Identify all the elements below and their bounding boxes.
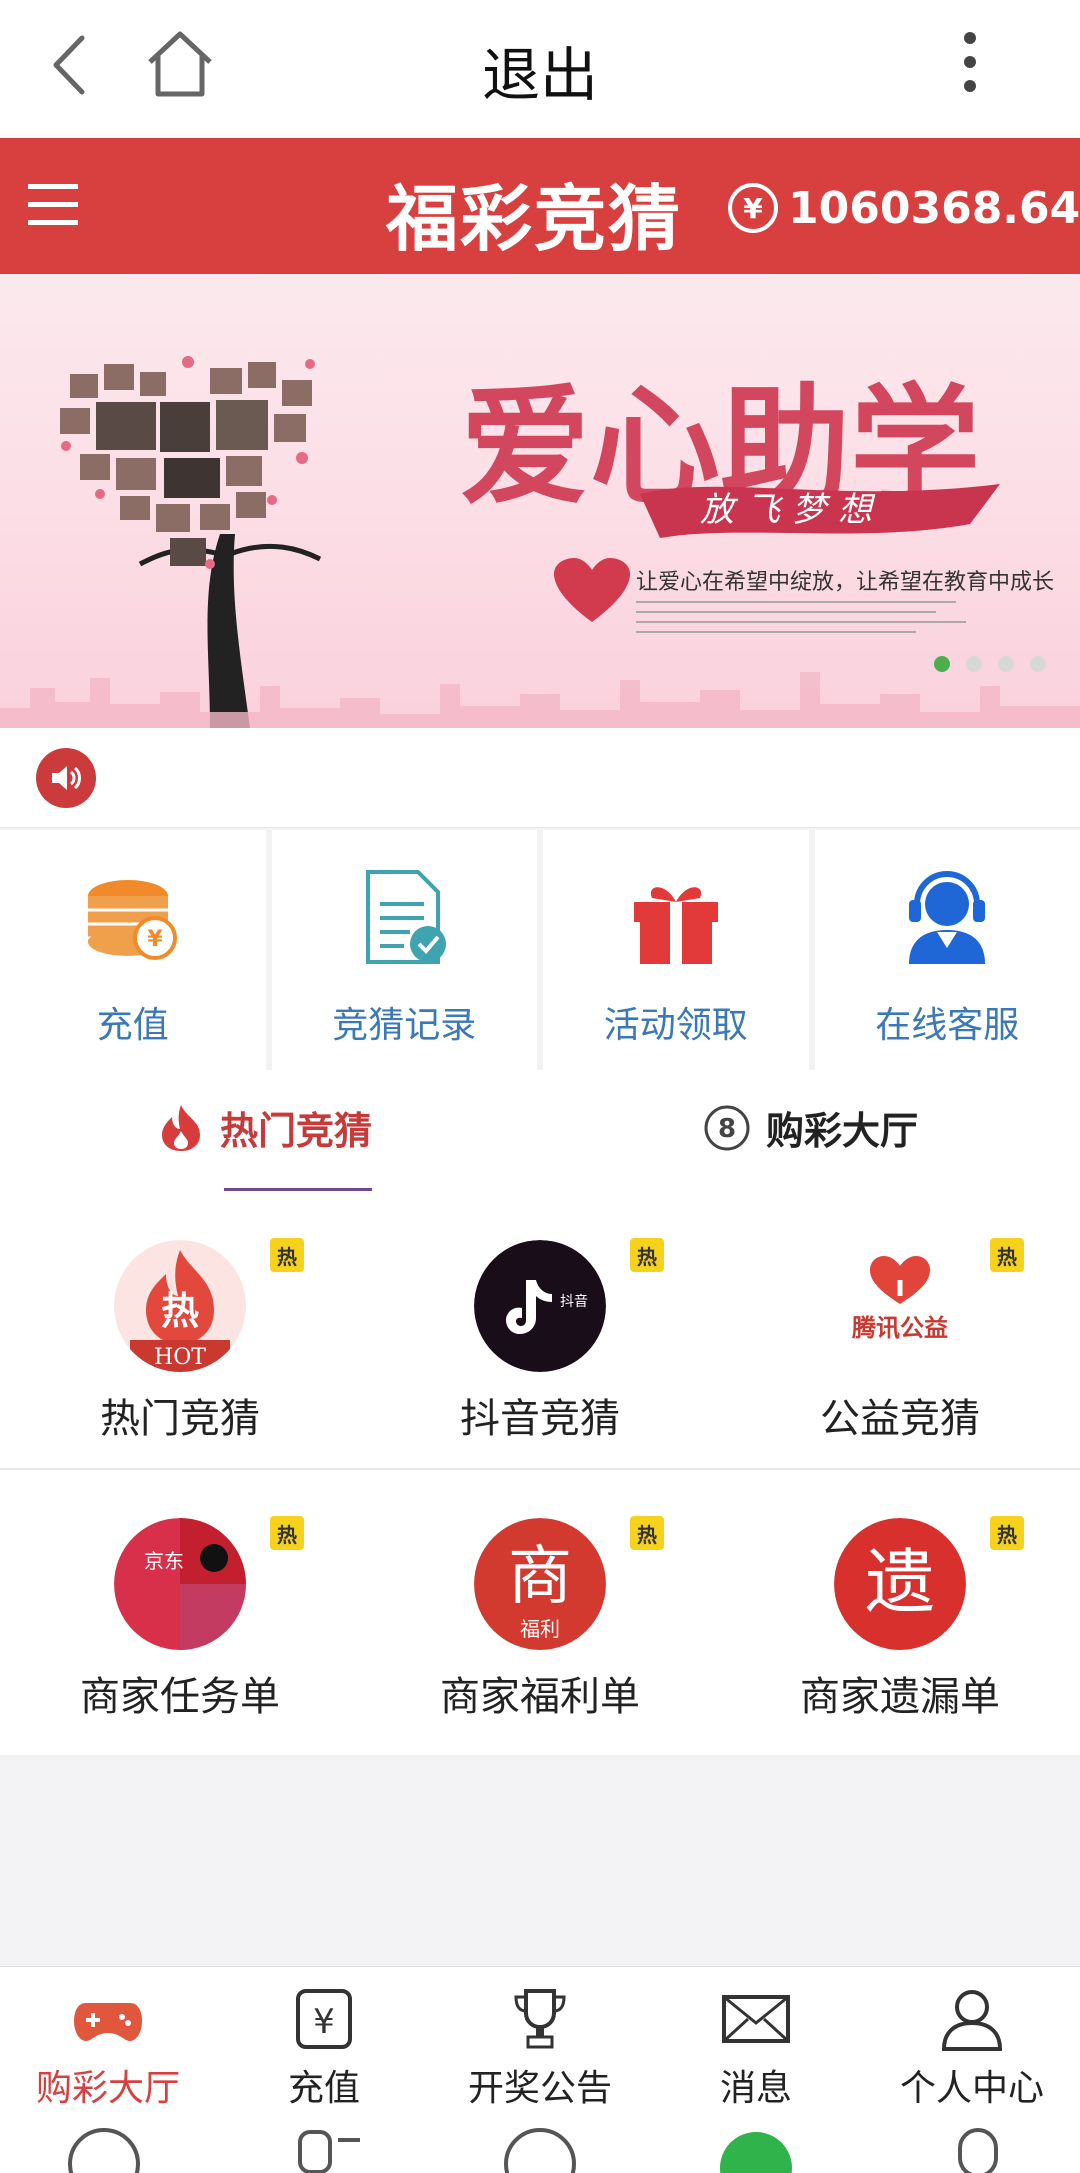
- quick-action-records[interactable]: 竞猜记录: [271, 830, 537, 1070]
- quick-action-label: 在线客服: [875, 1005, 1020, 1046]
- svg-text:¥: ¥: [147, 927, 163, 952]
- user-icon: [941, 1990, 1003, 2051]
- game-item-merchant-welfare[interactable]: 热 商 福利 商家福利单: [360, 1478, 720, 1748]
- nav-label: 个人中心: [899, 2068, 1044, 2109]
- quick-action-support[interactable]: 在线客服: [814, 830, 1080, 1070]
- nav-label: 消息: [719, 2068, 792, 2109]
- page-title[interactable]: 退出: [0, 28, 1080, 112]
- gamepad-icon: [74, 2003, 142, 2041]
- speaker-icon: [36, 748, 96, 808]
- nav-recharge[interactable]: ¥ 充值: [216, 1967, 432, 2114]
- nav-profile[interactable]: 个人中心: [864, 1967, 1080, 2114]
- banner-slogan: 让爱心在希望中绽放，让希望在教育中成长: [636, 570, 1055, 595]
- game-item-merchant-missed[interactable]: 热 遗 商家遗漏单: [720, 1478, 1080, 1748]
- quick-action-label: 活动领取: [603, 1005, 748, 1046]
- svg-text:腾讯公益: 腾讯公益: [852, 1314, 948, 1342]
- envelope-icon: [722, 1995, 790, 2043]
- nav-lottery-hall[interactable]: 购彩大厅: [0, 1967, 216, 2114]
- browser-toolbar: 退出: [0, 0, 1080, 138]
- game-label: 热门竞猜: [100, 1396, 260, 1442]
- game-label: 公益竞猜: [820, 1396, 980, 1442]
- quick-action-activity[interactable]: 活动领取: [543, 830, 809, 1070]
- nav-label: 开奖公告: [467, 2068, 612, 2109]
- game-label: 抖音竞猜: [460, 1396, 620, 1442]
- games-grid: 热 热 HOT 热门竞猜 热 抖音 抖音竞猜 热 腾讯公益 公益竞猜 热 京东 …: [0, 1200, 1080, 1755]
- number-8-circle-icon: 8: [704, 1105, 750, 1150]
- tencent-charity-logo: 腾讯公益: [834, 1240, 966, 1372]
- yen-wallet-icon: ¥: [296, 1989, 352, 2049]
- quick-action-label: 充值: [96, 1005, 169, 1046]
- hot-badge: 热: [630, 1238, 664, 1272]
- app-title: 福彩竞猜: [386, 177, 683, 261]
- app-header: 福彩竞猜 ¥ 1060368.64: [0, 138, 1080, 274]
- svg-text:8: 8: [718, 1114, 736, 1144]
- flame-icon: [162, 1104, 200, 1151]
- more-vertical-icon[interactable]: [950, 28, 990, 98]
- game-item-douyin[interactable]: 热 抖音 抖音竞猜: [360, 1200, 720, 1468]
- hot-badge: 热: [630, 1516, 664, 1550]
- notice-bar[interactable]: [0, 728, 1080, 828]
- document-check-icon: [366, 870, 447, 964]
- tab-label: 购彩大厅: [766, 1109, 919, 1153]
- merchant-brands-logo: 京东: [114, 1518, 246, 1650]
- quick-action-recharge[interactable]: ¥ 充值: [0, 830, 266, 1070]
- bottom-nav: 购彩大厅 ¥ 充值 开奖公告 消息 个人中心: [0, 1966, 1080, 2114]
- banner-ribbon-text: 放飞梦想: [700, 490, 884, 530]
- city-skyline-image: [0, 672, 1080, 728]
- system-nav-partial: [0, 2114, 1080, 2173]
- svg-text:抖音: 抖音: [560, 1293, 588, 1310]
- coin-stack-icon: ¥: [87, 880, 177, 960]
- hot-badge: 热: [990, 1238, 1024, 1272]
- nav-label: 购彩大厅: [35, 2068, 180, 2109]
- douyin-logo: 抖音: [474, 1240, 606, 1372]
- nav-draw-results[interactable]: 开奖公告: [432, 1967, 648, 2114]
- trophy-icon: [514, 1989, 566, 2049]
- balance-display: ¥ 1060368.64: [728, 178, 1080, 238]
- promo-banner[interactable]: 爱心助学 放飞梦想 让爱心在希望中绽放，让希望在教育中成长: [0, 274, 1080, 728]
- svg-text:HOT: HOT: [154, 1345, 206, 1370]
- merchant-welfare-logo: 商 福利: [474, 1518, 606, 1650]
- banner-fineprint-lines: [636, 601, 966, 633]
- game-item-merchant-task[interactable]: 热 京东 商家任务单: [0, 1478, 360, 1748]
- quick-actions: ¥ 充值 竞猜记录 活动领取 在线客服: [0, 830, 1080, 1070]
- system-nav-icons: [68, 2128, 998, 2173]
- game-label: 商家遗漏单: [800, 1674, 1000, 1720]
- carousel-dot[interactable]: [934, 656, 950, 672]
- carousel-dot[interactable]: [1030, 656, 1046, 672]
- yen-icon: ¥: [728, 183, 778, 233]
- nav-messages[interactable]: 消息: [648, 1967, 864, 2114]
- hot-badge: 热: [270, 1516, 304, 1550]
- game-label: 商家任务单: [80, 1674, 280, 1720]
- svg-text:京东: 京东: [144, 1549, 184, 1573]
- carousel-dot[interactable]: [998, 656, 1014, 672]
- svg-text:商: 商: [508, 1540, 572, 1614]
- game-label: 商家福利单: [440, 1674, 640, 1720]
- hot-badge: 热: [990, 1516, 1024, 1550]
- tab-hot-guess[interactable]: 热门竞猜: [156, 1100, 372, 1155]
- category-tabs: 热门竞猜 8 购彩大厅: [0, 1070, 1080, 1200]
- game-item-hot[interactable]: 热 热 HOT 热门竞猜: [0, 1200, 360, 1468]
- svg-text:热: 热: [161, 1289, 199, 1333]
- svg-text:遗: 遗: [865, 1541, 935, 1623]
- nav-label: 充值: [287, 2068, 360, 2109]
- hot-badge: 热: [270, 1238, 304, 1272]
- hamburger-menu-icon[interactable]: [28, 182, 80, 228]
- carousel-indicators: [934, 656, 1046, 672]
- svg-text:福利: 福利: [520, 1617, 560, 1641]
- headset-agent-icon: [909, 871, 986, 964]
- hot-logo: 热 HOT: [114, 1240, 246, 1372]
- heart-icon: [554, 558, 630, 622]
- merchant-missed-logo: 遗: [834, 1518, 966, 1650]
- svg-text:¥: ¥: [313, 2002, 335, 2042]
- gift-icon: [633, 887, 718, 964]
- tab-label: 热门竞猜: [220, 1109, 373, 1153]
- quick-action-label: 竞猜记录: [332, 1005, 477, 1046]
- carousel-dot[interactable]: [966, 656, 982, 672]
- tab-lottery-hall[interactable]: 8 购彩大厅: [702, 1100, 918, 1155]
- game-item-charity[interactable]: 热 腾讯公益 公益竞猜: [720, 1200, 1080, 1468]
- balance-amount: 1060368.64: [788, 182, 1080, 234]
- active-tab-underline: [224, 1188, 372, 1191]
